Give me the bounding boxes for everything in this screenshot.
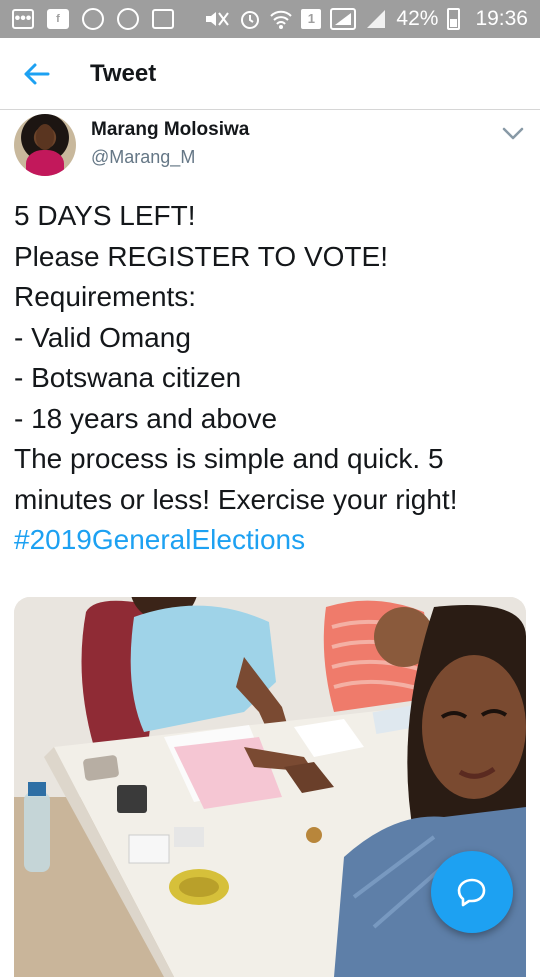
alarm-icon <box>239 8 261 30</box>
reply-bubble-icon <box>457 878 486 907</box>
author-name[interactable]: Marang Molosiwa <box>91 119 249 141</box>
author-handle[interactable]: @Marang_M <box>91 147 195 168</box>
signal-icon <box>330 8 357 30</box>
whatsapp-icon <box>82 8 104 30</box>
gallery-icon <box>152 9 174 29</box>
avatar[interactable] <box>14 114 76 176</box>
wifi-icon <box>270 8 293 30</box>
tweet-line: The process is simple and quick. 5 <box>14 443 444 474</box>
tweet-header: Marang Molosiwa @Marang_M <box>14 112 530 178</box>
reply-fab-button[interactable] <box>431 851 513 933</box>
tweet-line: - 18 years and above <box>14 402 278 434</box>
tweet-line: - Botswana citizen <box>14 362 242 393</box>
avatar-body <box>26 150 64 176</box>
tweet-line: Please REGISTER TO VOTE! <box>14 240 388 272</box>
avatar-face <box>36 124 54 150</box>
tweet-line: Requirements: <box>14 281 197 312</box>
tweet-menu-button[interactable] <box>500 120 526 146</box>
tweet-line: - Valid Omang <box>14 321 191 353</box>
tweet-line: 5 DAYS LEFT! <box>14 200 196 231</box>
tweet-line: minutes or less! Exercise your right! <box>14 483 458 515</box>
status-bar: ••• f 1 42% 19:36 <box>0 0 540 38</box>
facebook-icon: f <box>47 9 69 29</box>
sim-slot-icon: 1 <box>301 9 322 29</box>
chevron-down-icon <box>502 127 524 140</box>
messages-icon: ••• <box>12 9 34 29</box>
top-bar: Tweet <box>0 38 540 110</box>
page-title: Tweet <box>90 59 157 87</box>
clock: 19:36 <box>475 7 528 30</box>
battery-icon <box>447 8 461 30</box>
arrow-left-icon <box>24 63 50 84</box>
sync-icon <box>117 8 139 30</box>
tweet-text: 5 DAYS LEFT! Please REGISTER TO VOTE! Re… <box>14 196 530 561</box>
back-button[interactable] <box>0 38 70 110</box>
battery-percent: 42% <box>396 7 439 30</box>
mute-icon <box>204 9 230 29</box>
hashtag-link[interactable]: #2019GeneralElections <box>14 520 530 561</box>
signal-icon-2 <box>365 8 387 30</box>
